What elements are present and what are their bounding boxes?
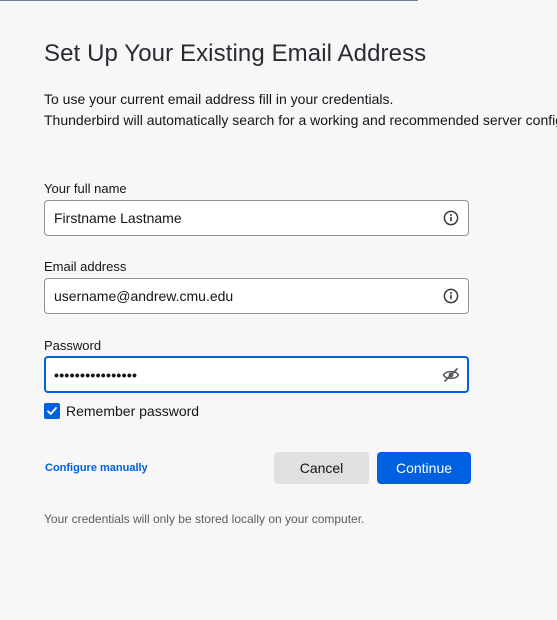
intro-text: To use your current email address fill i… bbox=[44, 89, 557, 131]
info-icon[interactable] bbox=[442, 209, 460, 227]
password-field[interactable]: •••••••••••••••• bbox=[44, 356, 469, 393]
password-input[interactable]: •••••••••••••••• bbox=[54, 367, 442, 383]
email-label: Email address bbox=[44, 259, 127, 274]
full-name-input[interactable]: Firstname Lastname bbox=[54, 210, 442, 226]
cancel-button[interactable]: Cancel bbox=[274, 452, 369, 484]
page-title: Set Up Your Existing Email Address bbox=[44, 40, 427, 67]
email-input[interactable]: username@andrew.cmu.edu bbox=[54, 288, 442, 304]
remember-password-checkbox[interactable] bbox=[44, 403, 60, 419]
full-name-label: Your full name bbox=[44, 181, 127, 196]
eye-slash-icon[interactable] bbox=[442, 366, 460, 384]
continue-button[interactable]: Continue bbox=[377, 452, 471, 484]
intro-line-1: To use your current email address fill i… bbox=[44, 91, 394, 107]
remember-password-row[interactable]: Remember password bbox=[44, 403, 199, 419]
credentials-note: Your credentials will only be stored loc… bbox=[44, 512, 365, 526]
info-icon[interactable] bbox=[442, 287, 460, 305]
full-name-field[interactable]: Firstname Lastname bbox=[44, 200, 469, 236]
checkmark-icon bbox=[47, 407, 57, 415]
configure-manually-link[interactable]: Configure manually bbox=[45, 462, 148, 474]
remember-password-label[interactable]: Remember password bbox=[66, 403, 199, 419]
top-divider bbox=[0, 0, 418, 1]
password-label: Password bbox=[44, 338, 102, 353]
intro-line-2: Thunderbird will automatically search fo… bbox=[44, 112, 557, 128]
email-field[interactable]: username@andrew.cmu.edu bbox=[44, 278, 469, 314]
